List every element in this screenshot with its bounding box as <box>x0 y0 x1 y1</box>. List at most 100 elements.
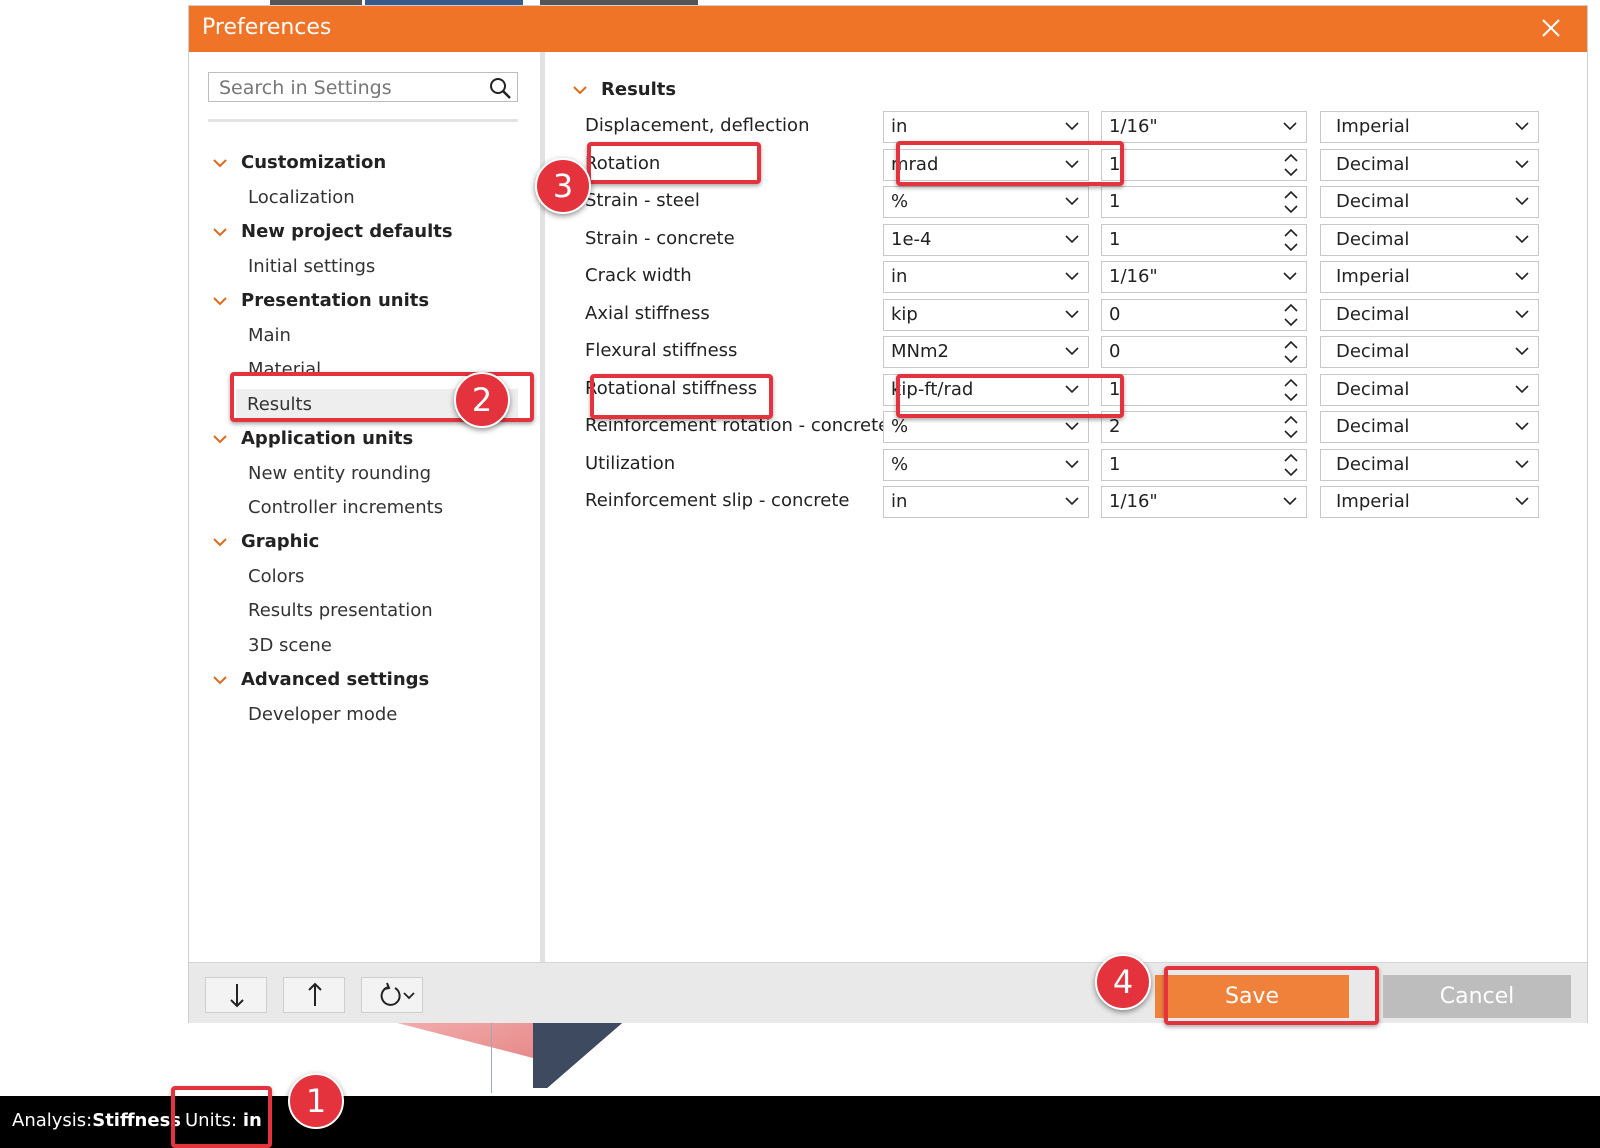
chevron-down-icon <box>1515 122 1529 131</box>
chevron-down-icon <box>1283 497 1297 506</box>
dialog-title: Preferences <box>202 15 332 40</box>
format-select[interactable]: Decimal <box>1320 448 1539 481</box>
chevron-down-icon <box>1515 347 1529 356</box>
unit-select[interactable]: in <box>883 261 1089 293</box>
unit-select[interactable]: 1e-4 <box>883 223 1089 256</box>
format-select[interactable]: Decimal <box>1320 186 1539 218</box>
format-select[interactable]: Decimal <box>1320 223 1539 256</box>
unit-select-value: kip <box>891 303 918 325</box>
format-select[interactable]: Decimal <box>1320 148 1539 181</box>
spinner-arrows-icon[interactable] <box>1282 414 1300 440</box>
unit-select[interactable]: kip <box>883 298 1089 331</box>
chevron-down-icon <box>1065 347 1079 356</box>
tree-item[interactable]: Results presentation <box>248 600 433 621</box>
precision-spinner[interactable]: 0 <box>1101 298 1307 331</box>
tree-item[interactable]: New entity rounding <box>248 463 431 484</box>
search-icon[interactable] <box>488 76 512 100</box>
precision-spinner[interactable]: 0 <box>1101 336 1307 368</box>
analysis-value: Stiffness <box>92 1110 182 1131</box>
spinner-arrows-icon[interactable] <box>1282 452 1300 478</box>
precision-spinner-value: 1 <box>1109 453 1121 475</box>
tree-item[interactable]: Developer mode <box>248 704 397 725</box>
format-select-value: Imperial <box>1336 116 1410 137</box>
annotation-badge-2: 2 <box>454 372 510 428</box>
cancel-button[interactable]: Cancel <box>1383 975 1571 1018</box>
precision-select[interactable]: 1/16" <box>1101 261 1307 293</box>
chevron-down-icon <box>1065 459 1079 468</box>
search-box[interactable] <box>208 72 518 102</box>
precision-select[interactable]: 1/16" <box>1101 111 1307 143</box>
settings-tree-panel: Customization Localization New project def… <box>189 52 540 962</box>
chevron-down-icon <box>1515 234 1529 243</box>
tree-item[interactable]: Colors <box>248 566 304 587</box>
format-select[interactable]: Imperial <box>1320 486 1539 518</box>
format-select[interactable]: Decimal <box>1320 411 1539 443</box>
chevron-down-icon <box>1515 197 1529 206</box>
spinner-arrows-icon[interactable] <box>1282 227 1300 253</box>
tree-item[interactable]: Localization <box>248 187 355 208</box>
format-select[interactable]: Decimal <box>1320 336 1539 368</box>
chevron-down-icon <box>1065 159 1079 168</box>
search-input[interactable] <box>217 75 481 101</box>
unit-select[interactable]: in <box>883 486 1089 518</box>
setting-label: Rotation <box>585 152 661 174</box>
precision-select[interactable]: 1/16" <box>1101 486 1307 518</box>
setting-label: Flexural stiffness <box>585 340 738 361</box>
precision-spinner[interactable]: 2 <box>1101 411 1307 443</box>
status-analysis[interactable]: Analysis:Stiffness <box>12 1110 181 1131</box>
unit-select[interactable]: MNm2 <box>883 336 1089 368</box>
move-down-button[interactable] <box>205 977 267 1013</box>
precision-spinner[interactable]: 1 <box>1101 223 1307 256</box>
tree-group[interactable]: Presentation units <box>213 290 429 311</box>
format-select-value: Decimal <box>1336 191 1410 212</box>
spinner-arrows-icon[interactable] <box>1282 302 1300 328</box>
unit-select[interactable]: in <box>883 111 1089 143</box>
tree-group[interactable]: Advanced settings <box>213 669 429 690</box>
format-select[interactable]: Decimal <box>1320 298 1539 331</box>
precision-spinner[interactable]: 1 <box>1101 186 1307 218</box>
unit-select[interactable]: kip-ft/rad <box>883 373 1089 406</box>
units-value: in <box>242 1110 262 1131</box>
tree-item[interactable]: 3D scene <box>248 635 332 656</box>
spinner-arrows-icon[interactable] <box>1282 339 1300 365</box>
unit-select[interactable]: % <box>883 186 1089 218</box>
tree-group[interactable]: Customization <box>213 152 386 173</box>
section-header[interactable]: Results <box>573 79 676 100</box>
spinner-arrows-icon[interactable] <box>1282 377 1300 403</box>
precision-spinner[interactable]: 1 <box>1101 148 1307 181</box>
format-select-value: Decimal <box>1336 228 1410 250</box>
move-up-button[interactable] <box>283 977 345 1013</box>
chevron-down-icon <box>213 290 241 311</box>
precision-spinner[interactable]: 1 <box>1101 373 1307 406</box>
separator <box>208 119 518 122</box>
reset-button[interactable] <box>361 977 423 1013</box>
spinner-arrows-icon[interactable] <box>1282 189 1300 215</box>
status-units[interactable]: Units: in <box>185 1110 262 1131</box>
format-select[interactable]: Imperial <box>1320 261 1539 293</box>
tree-item[interactable]: Initial settings <box>248 256 375 277</box>
tree-group-label: Application units <box>241 428 414 449</box>
tree-group[interactable]: Application units <box>213 428 413 449</box>
spinner-arrows-icon[interactable] <box>1282 152 1300 178</box>
format-select-value: Decimal <box>1336 303 1410 325</box>
unit-select[interactable]: mrad <box>883 148 1089 181</box>
unit-select[interactable]: % <box>883 448 1089 481</box>
chevron-down-icon <box>1283 272 1297 281</box>
tree-item[interactable]: Main <box>248 325 291 346</box>
close-icon[interactable] <box>1537 14 1565 42</box>
precision-spinner[interactable]: 1 <box>1101 448 1307 481</box>
format-select-value: Decimal <box>1336 153 1410 175</box>
tree-item[interactable]: Material <box>248 359 321 380</box>
format-select[interactable]: Decimal <box>1320 373 1539 406</box>
tree-group[interactable]: New project defaults <box>213 221 453 242</box>
tree-group[interactable]: Graphic <box>213 531 319 552</box>
setting-label: Rotational stiffness <box>585 377 758 399</box>
format-select[interactable]: Imperial <box>1320 111 1539 143</box>
format-select-value: Imperial <box>1336 266 1410 287</box>
precision-spinner-value: 0 <box>1109 303 1121 325</box>
unit-select[interactable]: % <box>883 411 1089 443</box>
save-button[interactable]: Save <box>1155 975 1349 1018</box>
tree-item[interactable]: Controller increments <box>248 497 443 518</box>
unit-select-value: % <box>891 191 909 212</box>
tree-group-label: Presentation units <box>241 290 430 311</box>
